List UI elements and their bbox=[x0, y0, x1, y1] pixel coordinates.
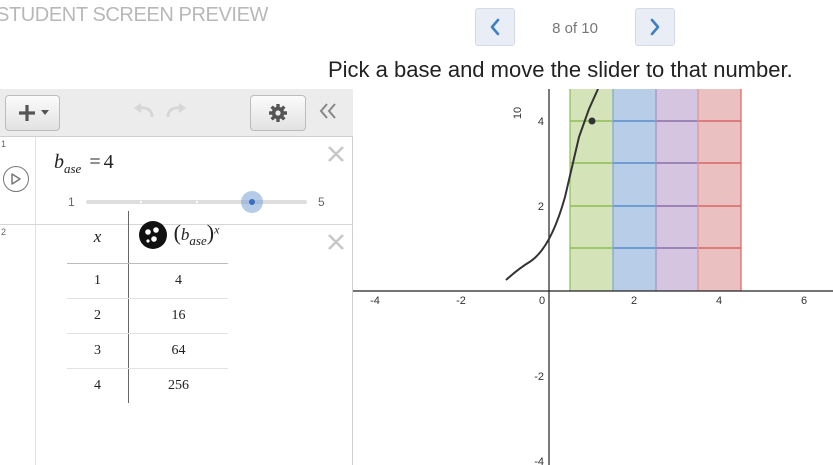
slider-handle[interactable] bbox=[240, 191, 263, 213]
y-tick-label: -4 bbox=[534, 456, 544, 465]
delete-expression-icon[interactable] bbox=[327, 145, 345, 163]
table-header-y[interactable]: (base)x bbox=[128, 211, 228, 264]
table-header-x[interactable]: x bbox=[67, 211, 129, 264]
chevron-right-icon bbox=[650, 18, 660, 36]
page-indicator: 8 of 10 bbox=[552, 20, 598, 37]
table-cell-x[interactable]: 2 bbox=[67, 298, 129, 334]
expression-number: 2 bbox=[1, 227, 7, 237]
x-tick-label: 6 bbox=[801, 295, 807, 307]
table-cell-x[interactable]: 3 bbox=[67, 333, 129, 369]
slider-tick bbox=[140, 201, 142, 203]
table-cell-x[interactable]: 1 bbox=[67, 263, 129, 299]
slider-formula[interactable]: base = 4 bbox=[54, 151, 114, 177]
expression-gutter: 2 bbox=[0, 225, 36, 465]
variable-value: 4 bbox=[103, 151, 114, 173]
red-column bbox=[698, 89, 741, 291]
equals-sign: = bbox=[89, 151, 101, 173]
y-tick-label: -2 bbox=[534, 371, 544, 383]
play-slider-button[interactable] bbox=[3, 166, 29, 192]
collapse-panel-icon[interactable] bbox=[318, 101, 338, 121]
settings-button[interactable] bbox=[250, 95, 306, 131]
x-tick-label: -4 bbox=[370, 295, 380, 307]
table-cell-y: 16 bbox=[128, 298, 228, 334]
y-tick-label: 2 bbox=[538, 201, 544, 213]
table-cell-y: 64 bbox=[128, 333, 228, 369]
curve-point[interactable] bbox=[588, 117, 596, 125]
slider-max-label: 5 bbox=[318, 195, 325, 209]
blue-column bbox=[613, 89, 656, 291]
table-cell-y: 4 bbox=[128, 263, 228, 299]
next-page-button[interactable] bbox=[635, 8, 675, 46]
gear-icon bbox=[269, 104, 287, 122]
table-header-row: x (base)x bbox=[67, 211, 228, 264]
table-cell-x[interactable]: 4 bbox=[67, 368, 129, 403]
variable-name: b bbox=[54, 151, 64, 173]
x-tick-label: -2 bbox=[456, 295, 466, 307]
table-cell-y: 256 bbox=[168, 378, 189, 393]
undo-icon[interactable] bbox=[132, 101, 156, 121]
x-tick-label: 2 bbox=[631, 295, 637, 307]
table-row: 4 256 bbox=[67, 368, 228, 403]
expression-toolbar bbox=[0, 89, 353, 137]
slider-track[interactable] bbox=[86, 191, 307, 213]
instruction-text: Pick a base and move the slider to that … bbox=[328, 57, 793, 82]
x-tick-label: 4 bbox=[716, 295, 722, 307]
purple-column bbox=[656, 89, 698, 291]
header-exponent: x bbox=[214, 222, 220, 237]
redo-icon[interactable] bbox=[164, 101, 188, 121]
table-row: 2 16 bbox=[67, 298, 228, 334]
delete-expression-icon[interactable] bbox=[327, 233, 345, 251]
header-base-subscript: ase bbox=[189, 233, 207, 248]
y-tick-label: 4 bbox=[538, 116, 544, 128]
play-icon bbox=[11, 173, 21, 185]
expression-number: 1 bbox=[1, 139, 7, 149]
expression-panel: 1 base = 4 1 5 2 x (base)x 1 4 2 16 3 64… bbox=[0, 89, 353, 465]
rotated-axis-label: 10 bbox=[512, 107, 524, 119]
values-table[interactable]: x (base)x 1 4 2 16 3 64 4 256 bbox=[67, 211, 228, 403]
caret-down-icon bbox=[40, 110, 49, 115]
chevron-left-icon bbox=[490, 18, 500, 36]
x-tick-label: 0 bbox=[539, 295, 545, 307]
graph-canvas[interactable]: -4 -2 0 2 4 6 4 2 -2 -4 10 bbox=[353, 89, 833, 465]
expression-gutter: 1 bbox=[0, 137, 36, 224]
slider-tick bbox=[196, 201, 198, 203]
screen-title: STUDENT SCREEN PREVIEW bbox=[0, 4, 268, 26]
variable-subscript: ase bbox=[64, 161, 82, 176]
table-row: 3 64 bbox=[67, 333, 228, 369]
point-style-icon[interactable] bbox=[138, 220, 168, 250]
plus-icon bbox=[18, 105, 35, 121]
add-item-button[interactable] bbox=[5, 95, 60, 131]
table-row: 1 4 bbox=[67, 263, 228, 299]
slider-min-label: 1 bbox=[68, 195, 75, 209]
previous-page-button[interactable] bbox=[475, 8, 515, 46]
x-tick-labels: -4 -2 0 2 4 6 bbox=[370, 295, 807, 307]
